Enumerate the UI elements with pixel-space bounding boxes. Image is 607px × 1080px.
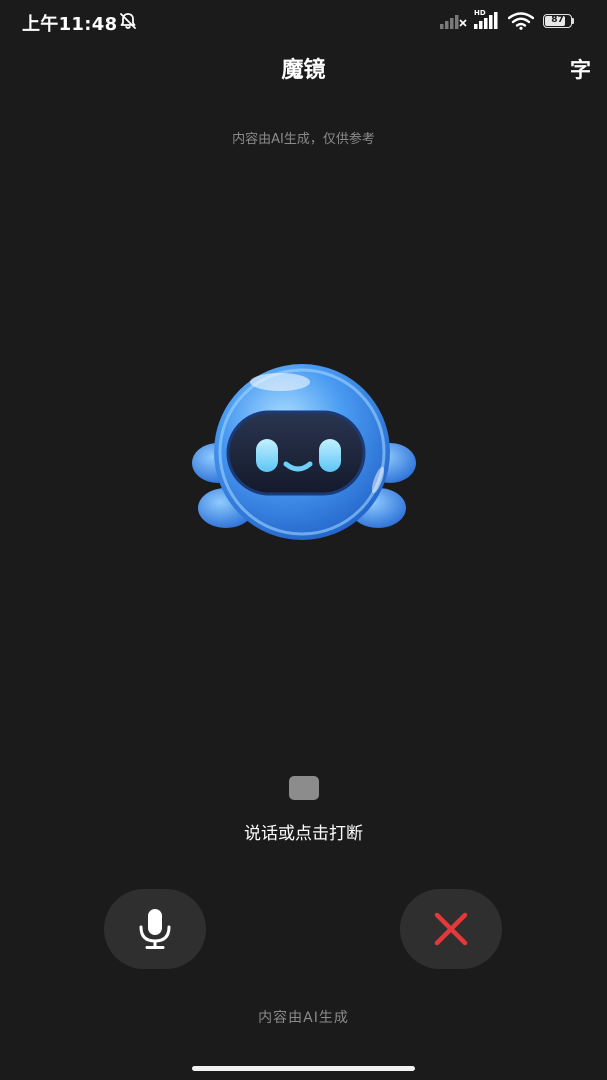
- microphone-button[interactable]: [104, 889, 206, 969]
- home-indicator[interactable]: [192, 1066, 415, 1071]
- stop-icon[interactable]: [289, 776, 319, 800]
- status-bar: 上午11:48 HD 87: [0, 0, 607, 44]
- battery-icon: 87: [543, 14, 572, 28]
- battery-cap: [572, 18, 574, 24]
- ai-disclaimer: 内容由AI生成，仅供参考: [232, 132, 375, 147]
- footer-disclaimer: 内容由AI生成: [258, 1010, 349, 1026]
- close-icon: [434, 912, 468, 946]
- interrupt-hint: 说话或点击打断: [244, 824, 363, 844]
- signal-hd-icon: [474, 12, 502, 34]
- subtitle-toggle-button[interactable]: 字: [570, 54, 591, 84]
- signal-icon: [440, 12, 468, 34]
- status-time: 上午11:48: [22, 14, 118, 35]
- hangup-button[interactable]: [400, 889, 502, 969]
- wifi-icon: [507, 12, 535, 34]
- page-title: 魔镜: [281, 58, 326, 83]
- microphone-icon: [139, 909, 171, 949]
- bell-off-icon: [118, 11, 138, 31]
- battery-percent: 87: [551, 15, 564, 25]
- robot-avatar-icon: [188, 360, 420, 545]
